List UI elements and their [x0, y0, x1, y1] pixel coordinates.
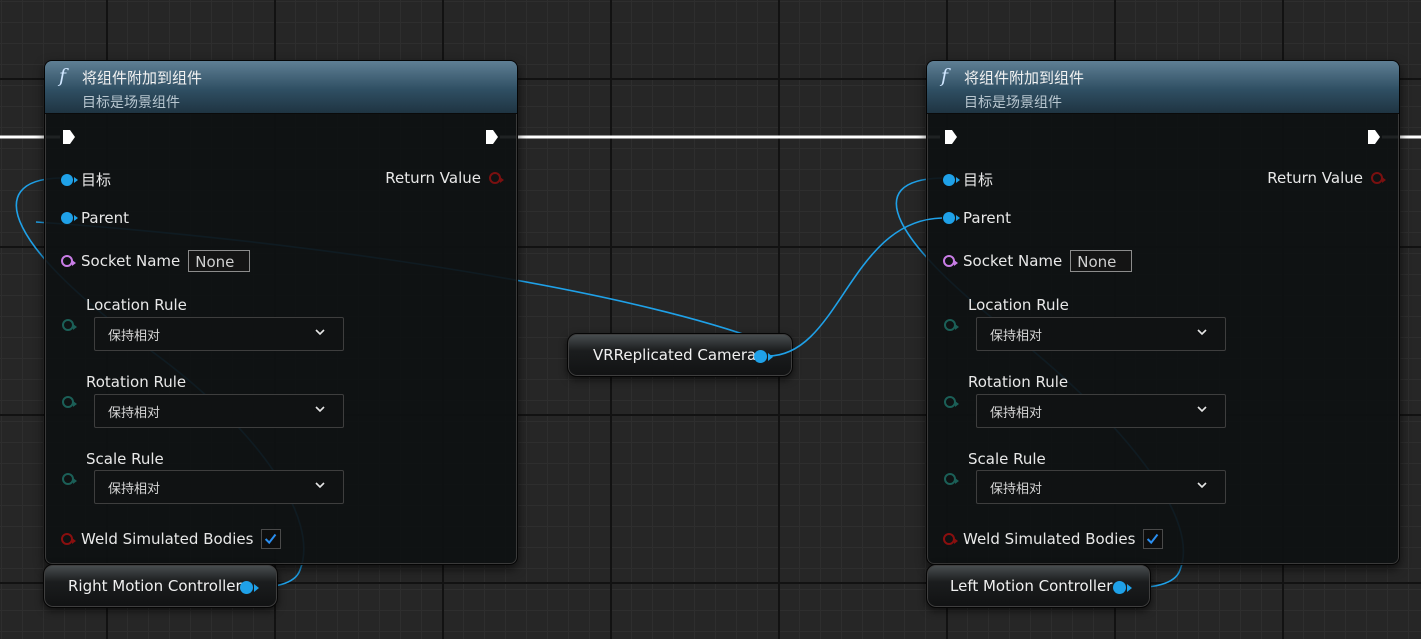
chevron-down-icon — [315, 329, 325, 336]
return-value-label: Return Value — [1267, 169, 1363, 187]
bool-pin-icon[interactable] — [61, 533, 76, 545]
object-pin-icon[interactable] — [240, 581, 259, 594]
variable-label: VRReplicated Camera — [593, 346, 757, 364]
wire-camera-to-node2-parent — [767, 217, 943, 357]
dropdown-value: 保持相对 — [108, 481, 161, 497]
attach-component-node-2[interactable]: f 将组件附加到组件 目标是场景组件 目标 Return Value Paren… — [926, 60, 1400, 565]
weld-checkbox[interactable] — [1143, 529, 1164, 549]
attach-component-node-1[interactable]: f 将组件附加到组件 目标是场景组件 目标 Return Value Paren… — [44, 60, 518, 565]
chevron-down-icon — [1197, 406, 1207, 413]
target-pin-row[interactable]: 目标 — [61, 169, 111, 190]
chevron-down-icon — [315, 406, 325, 413]
socket-name-row[interactable]: Socket Name None — [943, 250, 1133, 272]
bool-pin-icon[interactable] — [489, 172, 504, 184]
parent-pin-row[interactable]: Parent — [61, 209, 129, 227]
checkmark-icon — [265, 533, 277, 545]
parent-pin-row[interactable]: Parent — [943, 209, 1011, 227]
dropdown-value: 保持相对 — [990, 328, 1043, 344]
node-title: 将组件附加到组件 — [964, 69, 1085, 87]
rotation-rule-label: Rotation Rule — [86, 373, 187, 391]
target-label: 目标 — [963, 171, 994, 189]
socket-name-row[interactable]: Socket Name None — [61, 250, 251, 272]
checkmark-icon — [1147, 533, 1159, 545]
object-pin-icon[interactable] — [61, 212, 78, 224]
scale-rule-dropdown[interactable]: 保持相对 — [94, 470, 344, 504]
node-subtitle: 目标是场景组件 — [82, 95, 180, 111]
return-value-row[interactable]: Return Value — [385, 169, 504, 187]
location-rule-label: Location Rule — [968, 296, 1069, 314]
node-subtitle: 目标是场景组件 — [964, 95, 1062, 111]
bool-pin-icon[interactable] — [1371, 172, 1386, 184]
node-header[interactable]: f 将组件附加到组件 目标是场景组件 — [927, 61, 1399, 114]
name-pin-icon[interactable] — [943, 255, 958, 267]
right-motion-controller-node[interactable]: Right Motion Controller — [43, 564, 278, 608]
object-pin-icon[interactable] — [1113, 581, 1132, 594]
bool-pin-icon[interactable] — [943, 533, 958, 545]
rotation-rule-dropdown[interactable]: 保持相对 — [94, 394, 344, 428]
weld-label: Weld Simulated Bodies — [963, 530, 1136, 548]
vr-replicated-camera-node[interactable]: VRReplicated Camera — [567, 333, 793, 377]
enum-pin-icon[interactable] — [62, 473, 77, 485]
return-value-row[interactable]: Return Value — [1267, 169, 1386, 187]
object-pin-icon[interactable] — [754, 350, 773, 363]
exec-out-pin-icon[interactable] — [485, 129, 499, 145]
parent-label: Parent — [81, 209, 130, 227]
function-icon: f — [941, 65, 949, 87]
object-pin-icon[interactable] — [943, 212, 960, 224]
scale-rule-label: Scale Rule — [968, 450, 1046, 468]
name-pin-icon[interactable] — [61, 255, 76, 267]
scale-rule-label: Scale Rule — [86, 450, 164, 468]
chevron-down-icon — [315, 482, 325, 489]
enum-pin-icon[interactable] — [62, 396, 77, 408]
dropdown-value: 保持相对 — [108, 405, 161, 421]
return-value-label: Return Value — [385, 169, 481, 187]
socket-name-input[interactable]: None — [188, 250, 251, 272]
enum-pin-icon[interactable] — [62, 319, 77, 331]
left-motion-controller-node[interactable]: Left Motion Controller — [926, 564, 1151, 608]
target-label: 目标 — [81, 171, 112, 189]
exec-in-pin-icon[interactable] — [944, 129, 958, 145]
rotation-rule-label: Rotation Rule — [968, 373, 1069, 391]
weld-label: Weld Simulated Bodies — [81, 530, 254, 548]
object-pin-icon[interactable] — [61, 173, 78, 186]
dropdown-value: 保持相对 — [990, 405, 1043, 421]
node-title: 将组件附加到组件 — [82, 69, 203, 87]
chevron-down-icon — [1197, 482, 1207, 489]
dropdown-value: 保持相对 — [990, 481, 1043, 497]
variable-label: Left Motion Controller — [950, 577, 1113, 595]
dropdown-value: 保持相对 — [108, 328, 161, 344]
enum-pin-icon[interactable] — [944, 396, 959, 408]
weld-simulated-bodies-row[interactable]: Weld Simulated Bodies — [61, 529, 282, 549]
object-pin-icon[interactable] — [943, 173, 960, 186]
location-rule-dropdown[interactable]: 保持相对 — [94, 317, 344, 351]
weld-simulated-bodies-row[interactable]: Weld Simulated Bodies — [943, 529, 1164, 549]
scale-rule-dropdown[interactable]: 保持相对 — [976, 470, 1226, 504]
enum-pin-icon[interactable] — [944, 319, 959, 331]
location-rule-dropdown[interactable]: 保持相对 — [976, 317, 1226, 351]
weld-checkbox[interactable] — [261, 529, 282, 549]
socket-name-label: Socket Name — [963, 252, 1063, 270]
exec-in-pin-icon[interactable] — [62, 129, 76, 145]
location-rule-label: Location Rule — [86, 296, 187, 314]
enum-pin-icon[interactable] — [944, 473, 959, 485]
rotation-rule-dropdown[interactable]: 保持相对 — [976, 394, 1226, 428]
socket-name-input[interactable]: None — [1070, 250, 1133, 272]
variable-label: Right Motion Controller — [68, 577, 242, 595]
exec-out-pin-icon[interactable] — [1367, 129, 1381, 145]
socket-name-label: Socket Name — [81, 252, 181, 270]
parent-label: Parent — [963, 209, 1012, 227]
chevron-down-icon — [1197, 329, 1207, 336]
target-pin-row[interactable]: 目标 — [943, 169, 993, 190]
node-header[interactable]: f 将组件附加到组件 目标是场景组件 — [45, 61, 517, 114]
function-icon: f — [59, 65, 67, 87]
